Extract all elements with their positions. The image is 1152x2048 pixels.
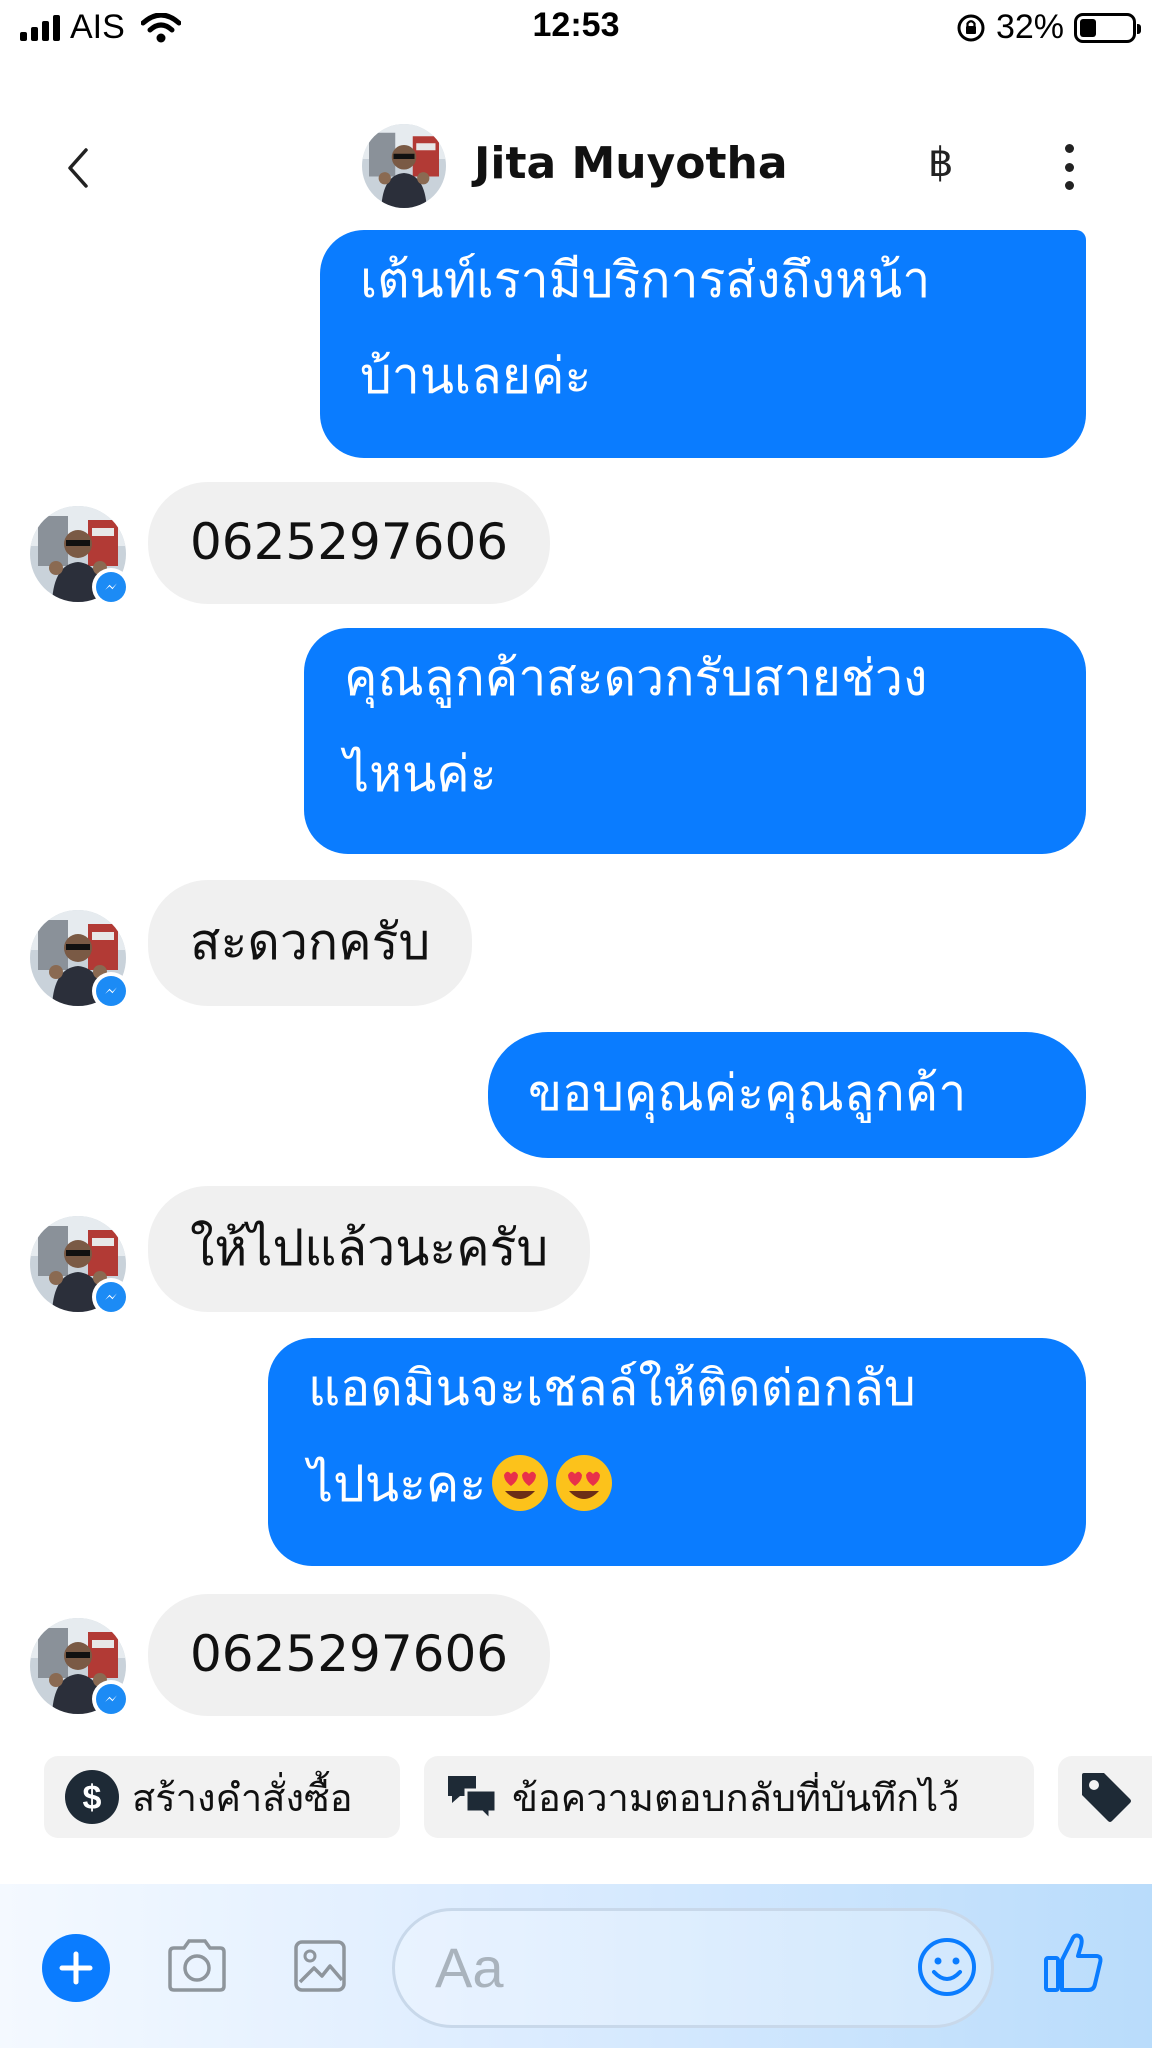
message-text: 0625297606: [190, 1625, 509, 1683]
emoji-icon: [918, 1938, 976, 1996]
message-text: ไปนะคะ: [308, 1455, 487, 1513]
back-chevron-icon: [68, 148, 88, 188]
chip-saved-replies[interactable]: ข้อความตอบกลับที่บันทึกไว้: [424, 1756, 1034, 1838]
chip-create-order[interactable]: $ สร้างคำสั่งซื้อ: [44, 1756, 400, 1838]
message-text: คุณลูกค้าสะดวกรับสายช่วง: [344, 649, 928, 707]
message-input[interactable]: Aa: [392, 1908, 994, 2028]
battery-percent: 32%: [995, 8, 1064, 46]
emoji-button[interactable]: [916, 1936, 978, 2002]
chip-label: สร้างคำสั่งซื้อ: [132, 1775, 353, 1820]
message-text: ขอบคุณค่ะคุณลูกค้า: [528, 1064, 967, 1122]
baht-icon[interactable]: ฿: [928, 140, 953, 186]
messenger-badge-icon: [92, 1278, 130, 1316]
contact-avatar[interactable]: [362, 124, 446, 208]
chip-label: ข้อความตอบกลับที่บันทึกไว้: [512, 1775, 960, 1820]
conversation-header: Jita Muyotha ฿: [0, 110, 1152, 230]
battery-icon: [1074, 12, 1141, 43]
sender-avatar[interactable]: [30, 1216, 130, 1316]
message-bubble-incoming[interactable]: สะดวกครับ: [148, 880, 473, 1006]
plus-icon: [59, 1951, 93, 1985]
thumbs-up-icon: [1044, 1933, 1103, 1992]
like-button[interactable]: [1040, 1930, 1106, 2000]
chip-labels[interactable]: [1058, 1756, 1152, 1838]
message-input-placeholder: Aa: [435, 1936, 504, 1999]
sender-avatar[interactable]: [30, 910, 130, 1010]
message-composer: Aa: [0, 1884, 1152, 2048]
message-text: สะดวกครับ: [190, 913, 431, 971]
message-text: ให้ไปแล้วนะครับ: [190, 1219, 549, 1277]
heart-eyes-emoji-icon: [492, 1455, 549, 1511]
message-bubble-incoming[interactable]: 0625297606: [148, 1594, 551, 1716]
sender-avatar[interactable]: [30, 506, 130, 606]
message-bubble-incoming[interactable]: 0625297606: [148, 482, 551, 604]
message-bubble-outgoing[interactable]: แอดมินจะเชลล์ให้ติดต่อกลับ ไปนะคะ: [268, 1338, 1086, 1566]
message-text: บ้านเลยค่ะ: [360, 347, 592, 405]
more-vertical-icon[interactable]: [1060, 144, 1078, 190]
image-icon: [294, 1940, 346, 1992]
message-bubble-outgoing[interactable]: ขอบคุณค่ะคุณลูกค้า: [488, 1032, 1086, 1158]
dollar-circle-icon: $: [65, 1770, 119, 1824]
status-bar: AIS 12:53 32%: [0, 0, 1152, 60]
message-bubble-outgoing[interactable]: คุณลูกค้าสะดวกรับสายช่วง ไหนค่ะ: [304, 628, 1086, 854]
plus-button[interactable]: [42, 1934, 110, 2002]
sender-avatar[interactable]: [30, 1618, 130, 1718]
back-button[interactable]: [58, 138, 98, 198]
contact-name[interactable]: Jita Muyotha: [474, 138, 788, 189]
message-text: ไหนค่ะ: [344, 745, 497, 803]
message-text: 0625297606: [190, 513, 509, 571]
camera-button[interactable]: [164, 1936, 230, 2000]
heart-eyes-emoji-icon: [556, 1455, 613, 1511]
message-bubble-outgoing[interactable]: เต้นท์เรามีบริการส่งถึงหน้า บ้านเลยค่ะ: [320, 230, 1086, 458]
messenger-badge-icon: [92, 972, 130, 1010]
message-bubble-incoming[interactable]: ให้ไปแล้วนะครับ: [148, 1186, 591, 1312]
message-text: แอดมินจะเชลล์ให้ติดต่อกลับ: [308, 1359, 916, 1417]
status-right: 32%: [956, 8, 1141, 47]
svg-text:$: $: [83, 1779, 102, 1817]
orientation-lock-icon: [957, 14, 985, 41]
messenger-badge-icon: [92, 568, 130, 606]
chat-bubbles-icon: [448, 1776, 498, 1822]
camera-icon: [168, 1939, 226, 1992]
message-text: เต้นท์เรามีบริการส่งถึงหน้า: [360, 251, 931, 309]
image-button[interactable]: [292, 1936, 348, 2000]
tag-icon: [1082, 1773, 1131, 1822]
quick-action-chips: $ สร้างคำสั่งซื้อ ข้อความตอบกลับที่บันทึ…: [0, 1756, 1152, 1840]
messenger-badge-icon: [92, 1680, 130, 1718]
